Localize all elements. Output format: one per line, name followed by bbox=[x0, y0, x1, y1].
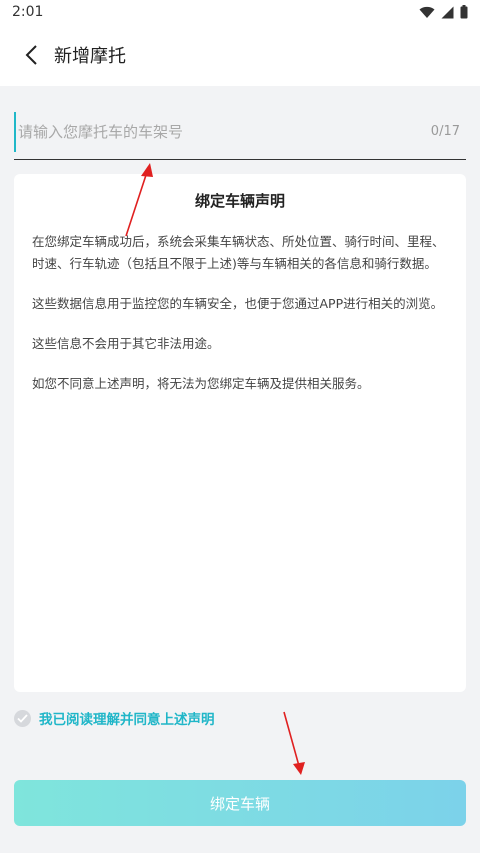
page-title: 新增摩托 bbox=[54, 46, 126, 67]
status-time: 2:01 bbox=[12, 4, 44, 20]
vin-input-row: 0/17 bbox=[14, 104, 466, 160]
chevron-left-icon bbox=[25, 45, 37, 65]
agreement-label[interactable]: 我已阅读理解并同意上述声明 bbox=[39, 708, 215, 728]
statement-paragraph: 在您绑定车辆成功后，系统会采集车辆状态、所处位置、骑行时间、里程、时速、行车轨迹… bbox=[32, 234, 445, 271]
statement-title: 绑定车辆声明 bbox=[194, 192, 285, 210]
battery-icon bbox=[460, 5, 468, 19]
back-button[interactable] bbox=[6, 30, 56, 80]
status-bar: 2:01 bbox=[0, 0, 480, 24]
character-counter: 0/17 bbox=[430, 124, 460, 139]
agreement-row[interactable]: 我已阅读理解并同意上述声明 bbox=[14, 706, 215, 730]
status-icons bbox=[419, 5, 468, 19]
bind-vehicle-button[interactable]: 绑定车辆 bbox=[14, 780, 466, 826]
signal-icon bbox=[441, 6, 454, 18]
check-icon bbox=[17, 713, 28, 723]
annotation-arrow-button bbox=[283, 711, 305, 775]
app-bar: 新增摩托 bbox=[0, 24, 480, 86]
agreement-checkbox[interactable] bbox=[14, 709, 31, 727]
statement-paragraph: 这些信息不会用于其它非法用途。 bbox=[32, 336, 220, 351]
statement-paragraph: 如您不同意上述声明，将无法为您绑定车辆及提供相关服务。 bbox=[32, 376, 370, 391]
wifi-icon bbox=[419, 6, 435, 18]
statement-paragraph: 这些数据信息用于监控您的车辆安全，也便于您通过APP进行相关的浏览。 bbox=[32, 296, 444, 311]
vin-input[interactable] bbox=[14, 111, 431, 152]
statement-card: 绑定车辆声明 在您绑定车辆成功后，系统会采集车辆状态、所处位置、骑行时间、里程、… bbox=[14, 174, 466, 692]
